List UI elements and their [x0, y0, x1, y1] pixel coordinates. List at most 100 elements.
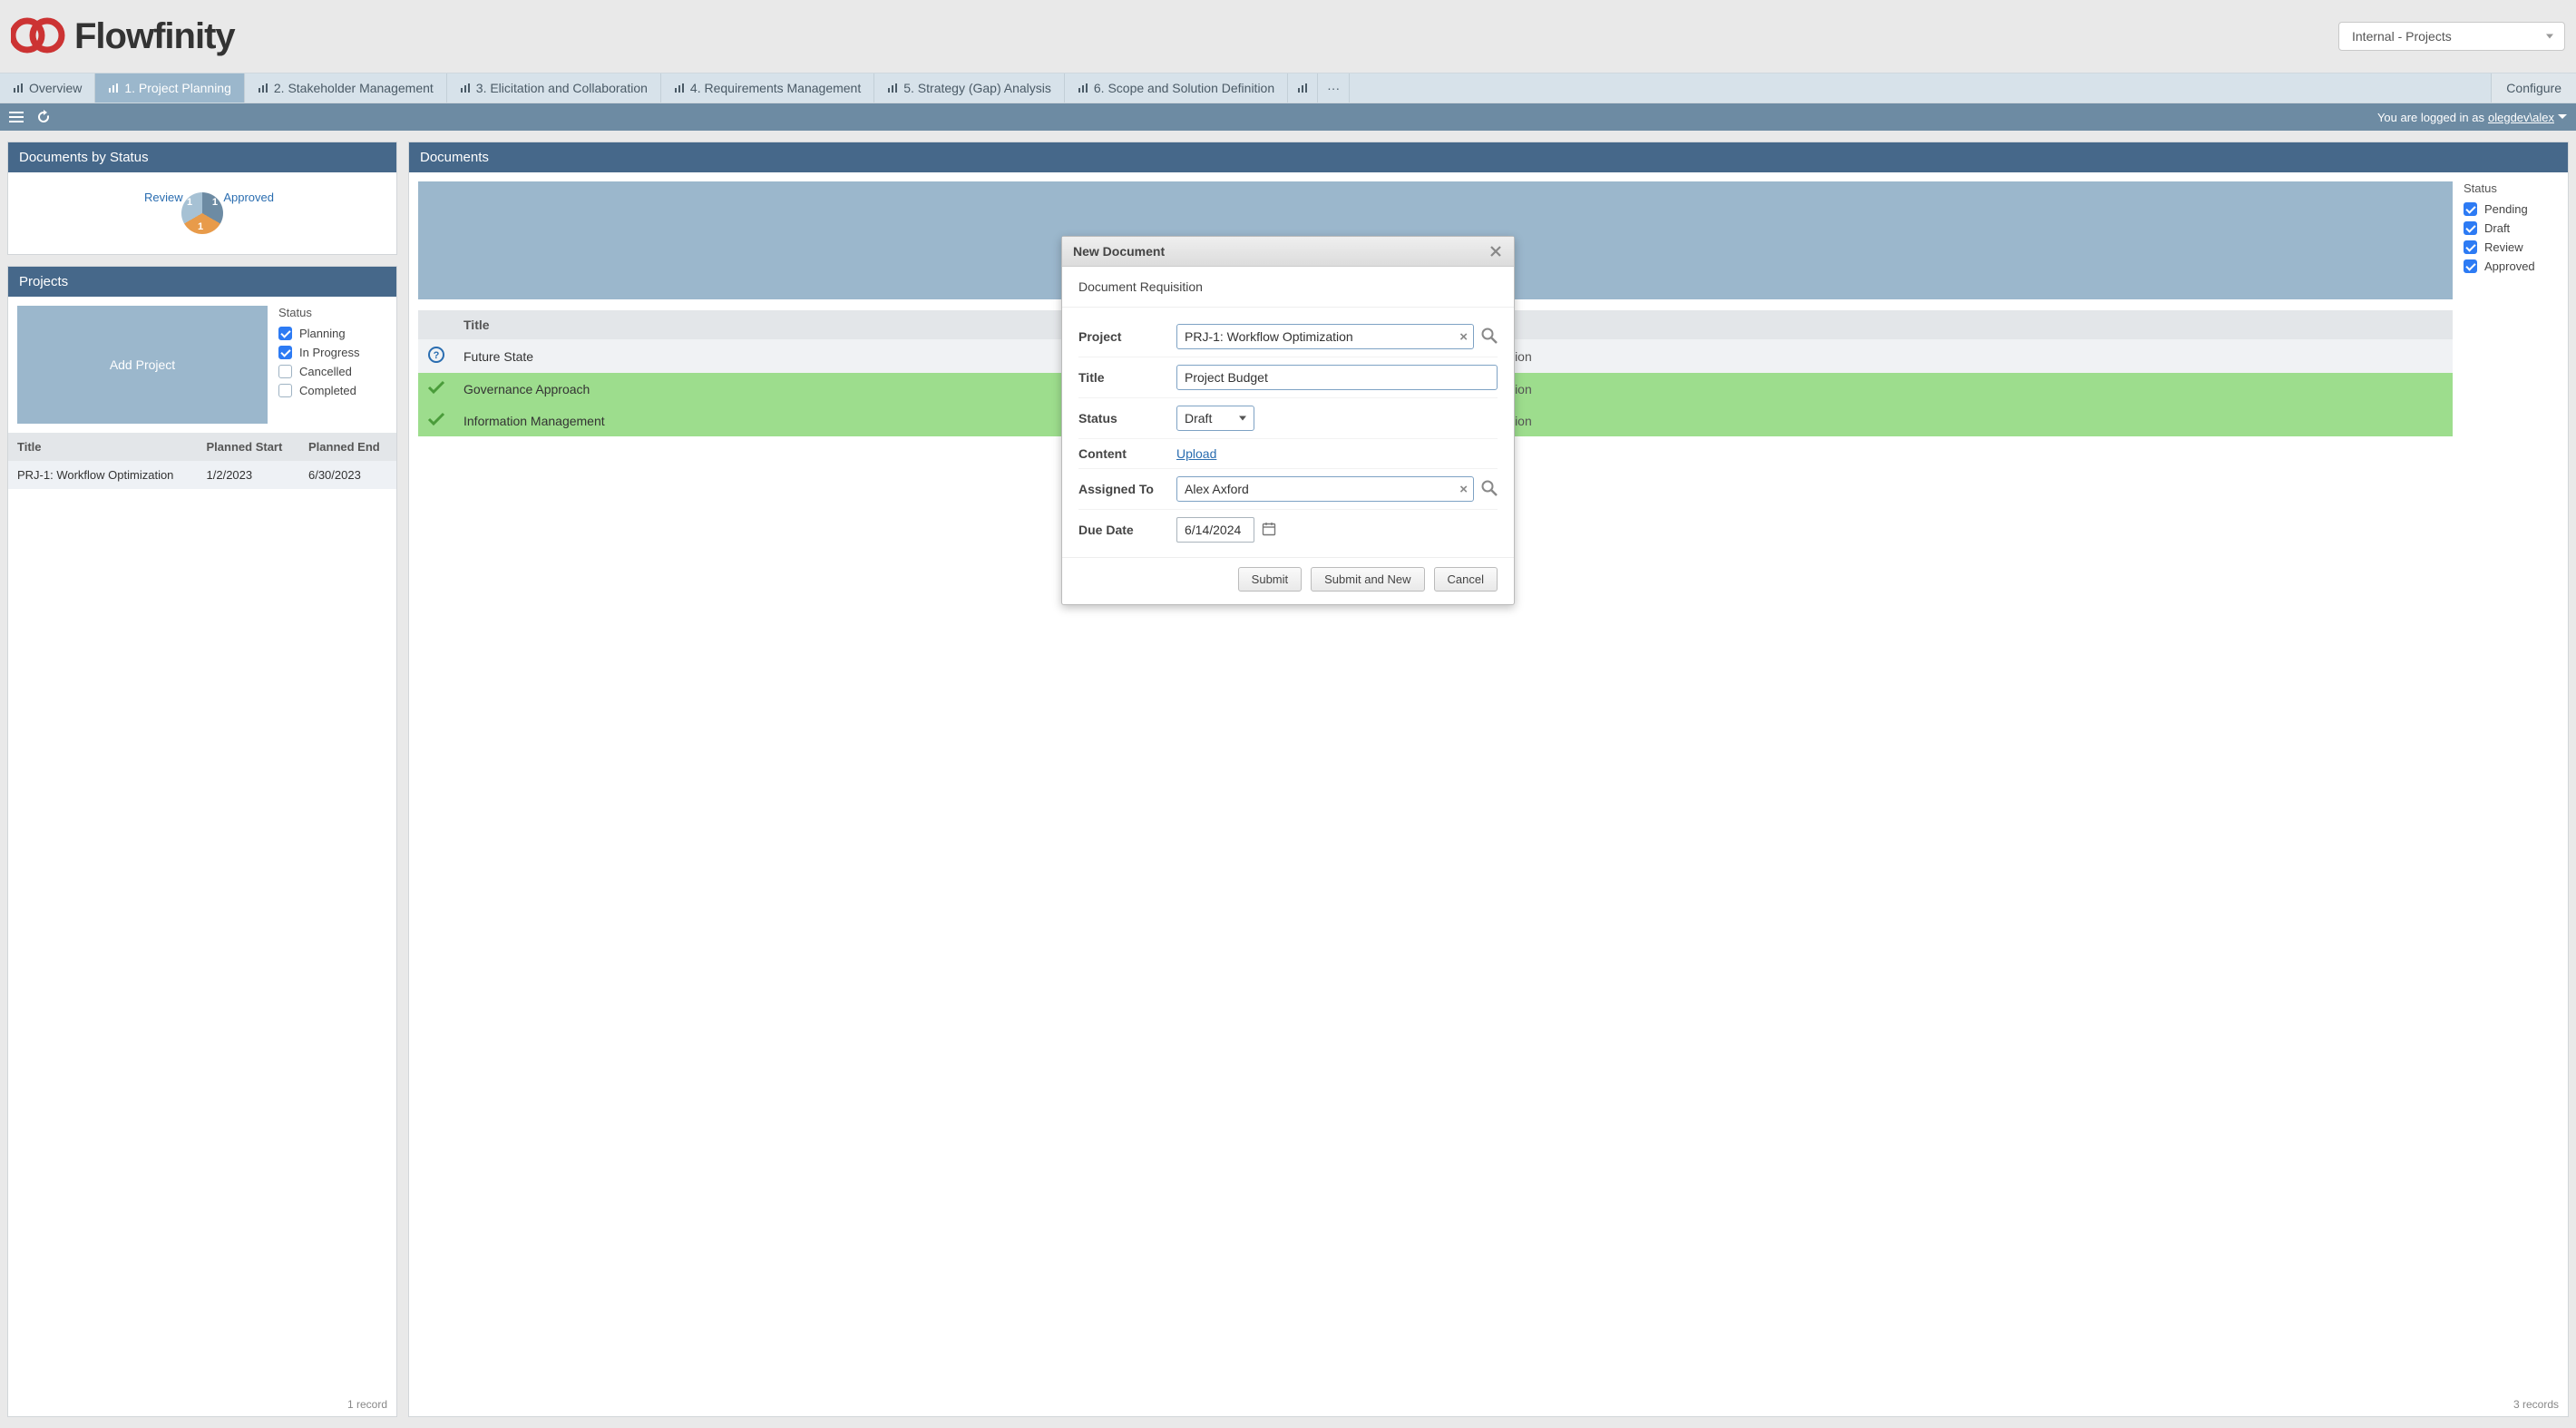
chart-icon	[1078, 83, 1088, 93]
refresh-icon[interactable]	[36, 110, 51, 124]
upload-link[interactable]: Upload	[1176, 446, 1216, 461]
add-project-button[interactable]: Add Project	[17, 306, 268, 424]
tab-overflow[interactable]: ···	[1318, 73, 1350, 103]
pie-graphic: 1 1 1	[181, 192, 223, 234]
slice-value: 1	[212, 197, 218, 208]
col-title[interactable]: Title	[8, 433, 198, 461]
label-assigned-to: Assigned To	[1078, 482, 1176, 496]
tab-requirements-management[interactable]: 4. Requirements Management	[661, 73, 874, 103]
status-group-label: Status	[278, 306, 387, 319]
chevron-down-icon[interactable]	[2558, 113, 2567, 121]
checkbox-icon	[278, 365, 292, 378]
title-input[interactable]: Project Budget	[1176, 365, 1498, 390]
projects-panel: Projects Add Project Status Planning In …	[7, 266, 397, 1417]
slice-label-approved[interactable]: Approved	[223, 191, 274, 204]
svg-text:?: ?	[434, 350, 440, 361]
table-row[interactable]: PRJ-1: Workflow Optimization 1/2/2023 6/…	[8, 461, 396, 489]
modal-subtitle: Document Requisition	[1062, 267, 1514, 308]
checkbox-icon	[278, 327, 292, 340]
filter-pending[interactable]: Pending	[2464, 202, 2559, 216]
tab-stakeholder-management[interactable]: 2. Stakeholder Management	[245, 73, 447, 103]
checkbox-icon	[278, 346, 292, 359]
filter-planning[interactable]: Planning	[278, 327, 387, 340]
modal-form: Project PRJ-1: Workflow Optimization × T…	[1062, 308, 1514, 557]
chart-icon	[108, 83, 119, 93]
modal-titlebar[interactable]: New Document	[1062, 237, 1514, 267]
col-planned-end[interactable]: Planned End	[299, 433, 396, 461]
checkbox-icon	[2464, 259, 2477, 273]
logged-in-info: You are logged in as olegdev\alex	[2377, 111, 2567, 124]
checkbox-icon	[2464, 221, 2477, 235]
slice-value: 1	[187, 197, 192, 208]
due-date-input[interactable]: 6/14/2024	[1176, 517, 1254, 543]
project-input[interactable]: PRJ-1: Workflow Optimization ×	[1176, 324, 1474, 349]
chart-icon	[258, 83, 268, 93]
app-header: Flowfinity Internal - Projects	[0, 0, 2576, 73]
checkbox-icon	[2464, 240, 2477, 254]
hamburger-icon[interactable]	[9, 111, 24, 123]
project-status-filters: Status Planning In Progress Cancelled	[278, 306, 387, 424]
checkbox-icon	[278, 384, 292, 397]
checkbox-icon	[2464, 202, 2477, 216]
chart-icon	[13, 83, 24, 93]
close-icon[interactable]	[1488, 244, 1503, 259]
status-select[interactable]: Draft	[1176, 406, 1254, 431]
clear-icon[interactable]: ×	[1459, 482, 1468, 497]
cancel-button[interactable]: Cancel	[1434, 567, 1498, 592]
submit-button[interactable]: Submit	[1238, 567, 1302, 592]
brand-logo: Flowfinity	[11, 15, 235, 58]
tab-strategy-gap-analysis[interactable]: 5. Strategy (Gap) Analysis	[874, 73, 1065, 103]
tab-scope-solution-definition[interactable]: 6. Scope and Solution Definition	[1065, 73, 1288, 103]
slice-label-review[interactable]: Review	[144, 191, 183, 204]
check-icon	[427, 415, 445, 429]
tab-elicitation-collaboration[interactable]: 3. Elicitation and Collaboration	[447, 73, 661, 103]
context-selector-value: Internal - Projects	[2352, 29, 2452, 44]
brand-name: Flowfinity	[74, 16, 235, 57]
filter-completed[interactable]: Completed	[278, 384, 387, 397]
submit-and-new-button[interactable]: Submit and New	[1311, 567, 1424, 592]
cell-title: PRJ-1: Workflow Optimization	[8, 461, 198, 489]
brand-icon	[11, 15, 65, 58]
filter-review[interactable]: Review	[2464, 240, 2559, 254]
search-icon[interactable]	[1481, 328, 1498, 347]
table-header-row: Title Planned Start Planned End	[8, 433, 396, 461]
username-link[interactable]: olegdev\alex	[2488, 111, 2554, 124]
help-icon: ?	[428, 351, 444, 366]
tab-overflow-partial[interactable]	[1288, 73, 1318, 103]
col-status-icon	[418, 310, 454, 339]
context-selector[interactable]: Internal - Projects	[2338, 22, 2565, 51]
projects-table: Title Planned Start Planned End PRJ-1: W…	[8, 433, 396, 489]
label-due-date: Due Date	[1078, 523, 1176, 537]
new-document-modal: New Document Document Requisition Projec…	[1061, 236, 1515, 605]
sub-toolbar: You are logged in as olegdev\alex	[0, 103, 2576, 131]
filter-approved[interactable]: Approved	[2464, 259, 2559, 273]
filter-cancelled[interactable]: Cancelled	[278, 365, 387, 378]
assigned-to-input[interactable]: Alex Axford ×	[1176, 476, 1474, 502]
col-planned-start[interactable]: Planned Start	[198, 433, 299, 461]
status-group-label: Status	[2464, 181, 2559, 195]
label-project: Project	[1078, 329, 1176, 344]
slice-value: 1	[198, 221, 203, 232]
modal-title: New Document	[1073, 244, 1165, 259]
documents-status-filters: Status Pending Draft Review	[2464, 181, 2559, 1384]
check-icon	[427, 383, 445, 397]
panel-title: Projects	[8, 267, 396, 297]
projects-footer: 1 record	[8, 1393, 396, 1416]
search-icon[interactable]	[1481, 480, 1498, 499]
documents-footer: 3 records	[409, 1393, 2568, 1416]
cell-end: 6/30/2023	[299, 461, 396, 489]
clear-icon[interactable]: ×	[1459, 329, 1468, 345]
label-status: Status	[1078, 411, 1176, 425]
tab-overview[interactable]: Overview	[0, 73, 95, 103]
chart-icon	[674, 83, 685, 93]
filter-in-progress[interactable]: In Progress	[278, 346, 387, 359]
logged-in-prefix: You are logged in as	[2377, 111, 2484, 124]
docs-by-status-panel: Documents by Status Review Approved 1 1 …	[7, 142, 397, 255]
chart-icon	[1297, 83, 1308, 93]
configure-button[interactable]: Configure	[2491, 73, 2576, 103]
filter-draft[interactable]: Draft	[2464, 221, 2559, 235]
calendar-icon[interactable]	[1262, 522, 1276, 539]
tab-project-planning[interactable]: 1. Project Planning	[95, 73, 245, 103]
pie-chart: Review Approved 1 1 1	[8, 172, 396, 254]
panel-title: Documents	[409, 142, 2568, 172]
